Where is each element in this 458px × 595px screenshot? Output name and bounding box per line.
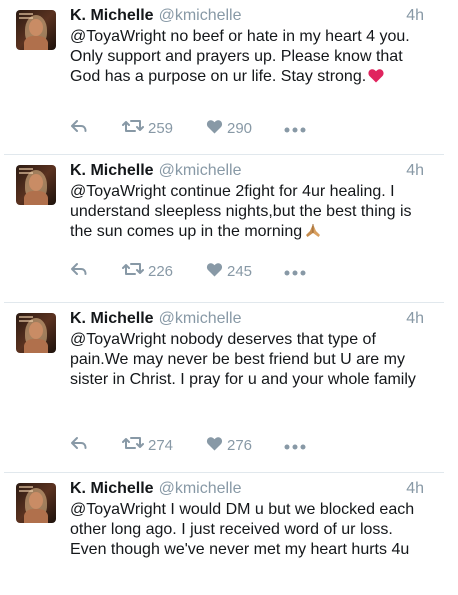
tweet-text: @ToyaWright no beef or hate in my heart … <box>70 27 428 89</box>
like-button[interactable]: 245 <box>206 262 284 281</box>
reply-icon <box>70 118 88 138</box>
tweet-1[interactable]: K. Michelle @kmichelle 4h @ToyaWright no… <box>4 0 444 155</box>
display-name[interactable]: K. Michelle <box>70 479 154 499</box>
more-button[interactable] <box>284 263 306 280</box>
timestamp[interactable]: 4h <box>406 309 428 329</box>
like-button[interactable]: 276 <box>206 436 284 455</box>
tweet-actions: 274 276 <box>70 435 306 455</box>
retweet-button[interactable]: 226 <box>122 261 206 281</box>
tweet-text-body: @ToyaWright no beef or hate in my heart … <box>70 28 410 85</box>
like-count: 290 <box>227 119 253 137</box>
more-button[interactable] <box>284 120 306 137</box>
tweet-text: @ToyaWright nobody deserves that type of… <box>70 330 428 390</box>
retweet-count: 274 <box>148 436 174 454</box>
like-count: 245 <box>227 262 253 280</box>
praying-hands-emoji-icon <box>304 222 322 244</box>
retweet-icon <box>122 118 144 138</box>
retweet-button[interactable]: 259 <box>122 118 206 138</box>
tweet-content: K. Michelle @kmichelle 4h @ToyaWright I … <box>70 479 428 560</box>
tweet-header: K. Michelle @kmichelle 4h <box>70 6 428 26</box>
avatar[interactable] <box>16 10 56 50</box>
like-icon <box>206 436 223 455</box>
retweet-button[interactable]: 274 <box>122 435 206 455</box>
tweet-text: @ToyaWright continue 2fight for 4ur heal… <box>70 182 428 244</box>
retweet-count: 226 <box>148 262 174 280</box>
reply-button[interactable] <box>70 261 122 281</box>
retweet-count: 259 <box>148 119 174 137</box>
timestamp[interactable]: 4h <box>406 479 428 499</box>
tweet-content: K. Michelle @kmichelle 4h @ToyaWright co… <box>70 161 428 244</box>
like-icon <box>206 262 223 281</box>
tweet-text: @ToyaWright I would DM u but we blocked … <box>70 500 428 560</box>
tweet-feed: K. Michelle @kmichelle 4h @ToyaWright no… <box>0 0 458 595</box>
more-icon <box>284 437 306 454</box>
reply-button[interactable] <box>70 118 122 138</box>
like-icon <box>206 119 223 138</box>
like-button[interactable]: 290 <box>206 119 284 138</box>
display-name[interactable]: K. Michelle <box>70 6 154 26</box>
tweet-content: K. Michelle @kmichelle 4h @ToyaWright no… <box>70 6 428 89</box>
avatar[interactable] <box>16 313 56 353</box>
tweet-content: K. Michelle @kmichelle 4h @ToyaWright no… <box>70 309 428 390</box>
tweet-text-body: @ToyaWright nobody deserves that type of… <box>70 331 416 388</box>
user-handle[interactable]: @kmichelle <box>159 309 242 329</box>
avatar[interactable] <box>16 165 56 205</box>
user-handle[interactable]: @kmichelle <box>159 479 242 499</box>
tweet-text-body: @ToyaWright continue 2fight for 4ur heal… <box>70 183 412 240</box>
reply-button[interactable] <box>70 435 122 455</box>
retweet-icon <box>122 261 144 281</box>
timestamp[interactable]: 4h <box>406 6 428 26</box>
display-name[interactable]: K. Michelle <box>70 309 154 329</box>
tweet-header: K. Michelle @kmichelle 4h <box>70 161 428 181</box>
reply-icon <box>70 261 88 281</box>
tweet-actions: 259 290 <box>70 118 306 138</box>
avatar[interactable] <box>16 483 56 523</box>
tweet-actions: 226 245 <box>70 261 306 281</box>
red-heart-emoji-icon <box>368 68 384 89</box>
user-handle[interactable]: @kmichelle <box>159 161 242 181</box>
user-handle[interactable]: @kmichelle <box>159 6 242 26</box>
display-name[interactable]: K. Michelle <box>70 161 154 181</box>
more-icon <box>284 263 306 280</box>
more-button[interactable] <box>284 437 306 454</box>
tweet-2[interactable]: K. Michelle @kmichelle 4h @ToyaWright co… <box>4 155 444 303</box>
reply-icon <box>70 435 88 455</box>
tweet-4[interactable]: K. Michelle @kmichelle 4h @ToyaWright I … <box>4 473 444 595</box>
timestamp[interactable]: 4h <box>406 161 428 181</box>
like-count: 276 <box>227 436 253 454</box>
tweet-header: K. Michelle @kmichelle 4h <box>70 479 428 499</box>
tweet-header: K. Michelle @kmichelle 4h <box>70 309 428 329</box>
tweet-text-body: @ToyaWright I would DM u but we blocked … <box>70 501 415 558</box>
retweet-icon <box>122 435 144 455</box>
more-icon <box>284 120 306 137</box>
tweet-3[interactable]: K. Michelle @kmichelle 4h @ToyaWright no… <box>4 303 444 473</box>
